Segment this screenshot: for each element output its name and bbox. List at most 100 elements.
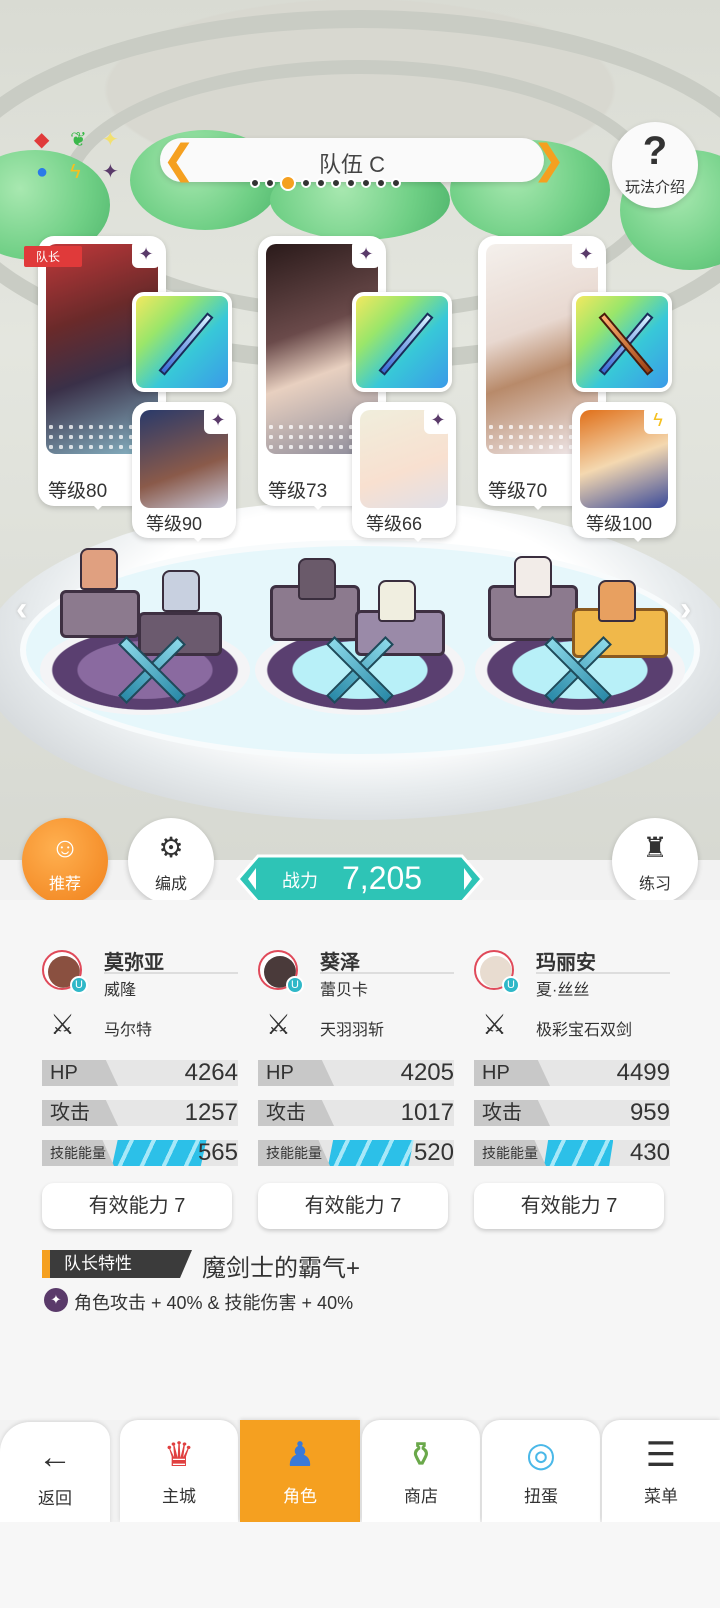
team-dot[interactable] xyxy=(346,178,356,188)
weapon-name: 极彩宝石双剑 xyxy=(536,1022,633,1039)
weapon-type-icon: ⚔ xyxy=(482,1009,508,1040)
weapon-slot-3[interactable] xyxy=(572,292,672,392)
leader-name: 玛丽安 xyxy=(536,952,596,974)
shop-icon: ⚱ xyxy=(406,1436,436,1474)
prev-team-arrow-icon[interactable]: ❮ xyxy=(162,138,196,182)
recommend-button[interactable]: ☺ 推荐 xyxy=(22,818,108,904)
team-dot[interactable] xyxy=(250,178,260,188)
support-sprite[interactable] xyxy=(598,580,636,622)
team-dot[interactable] xyxy=(316,178,326,188)
support-name: 夏·丝丝 xyxy=(536,982,590,999)
dark-element-badge-icon: ✦ xyxy=(352,240,380,268)
bottom-navigation: ← 返回 ♛ 主城 ♟ 角色 ⚱ 商店 ◎ 扭蛋 ☰ 菜单 xyxy=(0,1420,720,1524)
nav-shop[interactable]: ⚱ 商店 xyxy=(362,1420,480,1522)
skill-energy-bar xyxy=(544,1140,614,1166)
team-page-indicator xyxy=(250,175,401,191)
support-level: 等级90 xyxy=(146,514,203,534)
formation-button[interactable]: ⚙ 编成 xyxy=(128,818,214,904)
support-level: 等级100 xyxy=(586,514,653,534)
nav-castle[interactable]: ♛ 主城 xyxy=(120,1420,238,1522)
leader-level: 等级73 xyxy=(268,481,328,502)
recommend-icon: ☺ xyxy=(50,832,80,863)
team-dot[interactable] xyxy=(391,178,401,188)
dark-element-icon: ✦ xyxy=(102,161,119,183)
leader-level: 等级70 xyxy=(488,481,548,502)
help-button[interactable]: ? 玩法介绍 xyxy=(612,122,698,208)
skill-energy-stat: 技能能量 430 xyxy=(474,1140,670,1166)
team-dot[interactable] xyxy=(265,178,275,188)
recommend-label: 推荐 xyxy=(48,876,81,893)
nav-character[interactable]: ♟ 角色 xyxy=(240,1420,360,1522)
nav-back[interactable]: ← 返回 xyxy=(0,1422,110,1524)
weapon-slot-1[interactable] xyxy=(132,292,232,392)
castle-icon: ♛ xyxy=(163,1436,195,1474)
attack-stat: 攻击 1257 xyxy=(42,1100,238,1126)
leader-trait-tag: 队长特性 xyxy=(42,1250,192,1278)
effective-ability-button[interactable]: 有效能力 7 xyxy=(42,1183,232,1229)
team-dot[interactable] xyxy=(301,178,311,188)
leader-sprite[interactable] xyxy=(298,558,336,600)
dark-element-badge-icon: ✦ xyxy=(424,406,452,434)
power-value: 7,205 xyxy=(342,860,423,896)
help-label: 玩法介绍 xyxy=(624,179,685,196)
question-icon: ? xyxy=(642,129,668,173)
practice-button[interactable]: ♜ 练习 xyxy=(612,818,698,904)
weapon-name: 天羽羽斩 xyxy=(320,1022,385,1039)
leader-tag: 队长 xyxy=(24,246,83,267)
support-sprite[interactable] xyxy=(162,570,200,612)
skill-energy-stat: 技能能量 565 xyxy=(42,1140,238,1166)
hp-stat: HP 4205 xyxy=(258,1060,454,1086)
skill-energy-bar xyxy=(328,1140,414,1166)
wind-element-icon: ❦ xyxy=(70,129,87,151)
attack-stat: 攻击 1017 xyxy=(258,1100,454,1126)
next-slot-arrow-icon[interactable]: › xyxy=(680,590,691,629)
light-element-icon: ✦ xyxy=(102,129,119,151)
training-dummy-icon: ♜ xyxy=(642,832,668,863)
menu-icon: ☰ xyxy=(645,1436,677,1474)
gacha-icon: ◎ xyxy=(526,1436,556,1474)
thunder-element-icon: ϟ xyxy=(70,161,81,183)
next-team-arrow-icon[interactable]: ❯ xyxy=(532,138,566,182)
leader-name: 葵泽 xyxy=(320,952,360,974)
skill-energy-stat: 技能能量 520 xyxy=(258,1140,454,1166)
dark-element-badge-icon: ✦ xyxy=(132,240,160,268)
support-level: 等级66 xyxy=(366,514,423,534)
support-sprite[interactable] xyxy=(378,580,416,622)
weapon-sprite xyxy=(318,628,398,708)
fire-element-icon: ◆ xyxy=(34,129,50,151)
leader-name: 莫弥亚 xyxy=(104,952,164,974)
support-name: 威隆 xyxy=(104,982,137,999)
leader-level: 等级80 xyxy=(48,481,108,502)
formation-label: 编成 xyxy=(154,876,187,893)
element-affinity-chart[interactable]: ◆ ❦ ✦ ● ϟ ✦ xyxy=(34,130,128,190)
leader-sprite[interactable] xyxy=(514,556,552,598)
weapon-type-icon: ⚔ xyxy=(266,1009,292,1040)
nav-gacha[interactable]: ◎ 扭蛋 xyxy=(482,1420,600,1522)
dark-trait-icon: ✦ xyxy=(44,1288,68,1312)
support-marker-icon: U xyxy=(286,976,304,994)
water-element-icon: ● xyxy=(36,161,49,183)
dark-element-badge-icon: ✦ xyxy=(572,240,600,268)
power-label: 战力 xyxy=(282,871,318,891)
skill-energy-bar xyxy=(112,1140,207,1166)
weapon-slot-2[interactable] xyxy=(352,292,452,392)
back-arrow-icon: ← xyxy=(38,1438,72,1476)
leader-trait-title: 魔剑士的霸气+ xyxy=(202,1255,361,1282)
formation-gear-icon: ⚙ xyxy=(158,832,184,863)
character-icon: ♟ xyxy=(284,1436,316,1474)
team-dot[interactable] xyxy=(361,178,371,188)
effective-ability-button[interactable]: 有效能力 7 xyxy=(258,1183,448,1229)
practice-label: 练习 xyxy=(638,876,671,893)
team-dot-active[interactable] xyxy=(280,175,296,191)
nav-menu[interactable]: ☰ 菜单 xyxy=(602,1420,720,1522)
dark-element-badge-icon: ✦ xyxy=(204,406,232,434)
team-dot[interactable] xyxy=(376,178,386,188)
effective-ability-button[interactable]: 有效能力 7 xyxy=(474,1183,664,1229)
weapon-sprite xyxy=(536,628,616,708)
support-marker-icon: U xyxy=(70,976,88,994)
thunder-element-badge-icon: ϟ xyxy=(644,406,672,434)
weapon-type-icon: ⚔ xyxy=(50,1009,76,1040)
leader-sprite[interactable] xyxy=(80,548,118,590)
team-dot[interactable] xyxy=(331,178,341,188)
prev-slot-arrow-icon[interactable]: ‹ xyxy=(16,590,27,629)
